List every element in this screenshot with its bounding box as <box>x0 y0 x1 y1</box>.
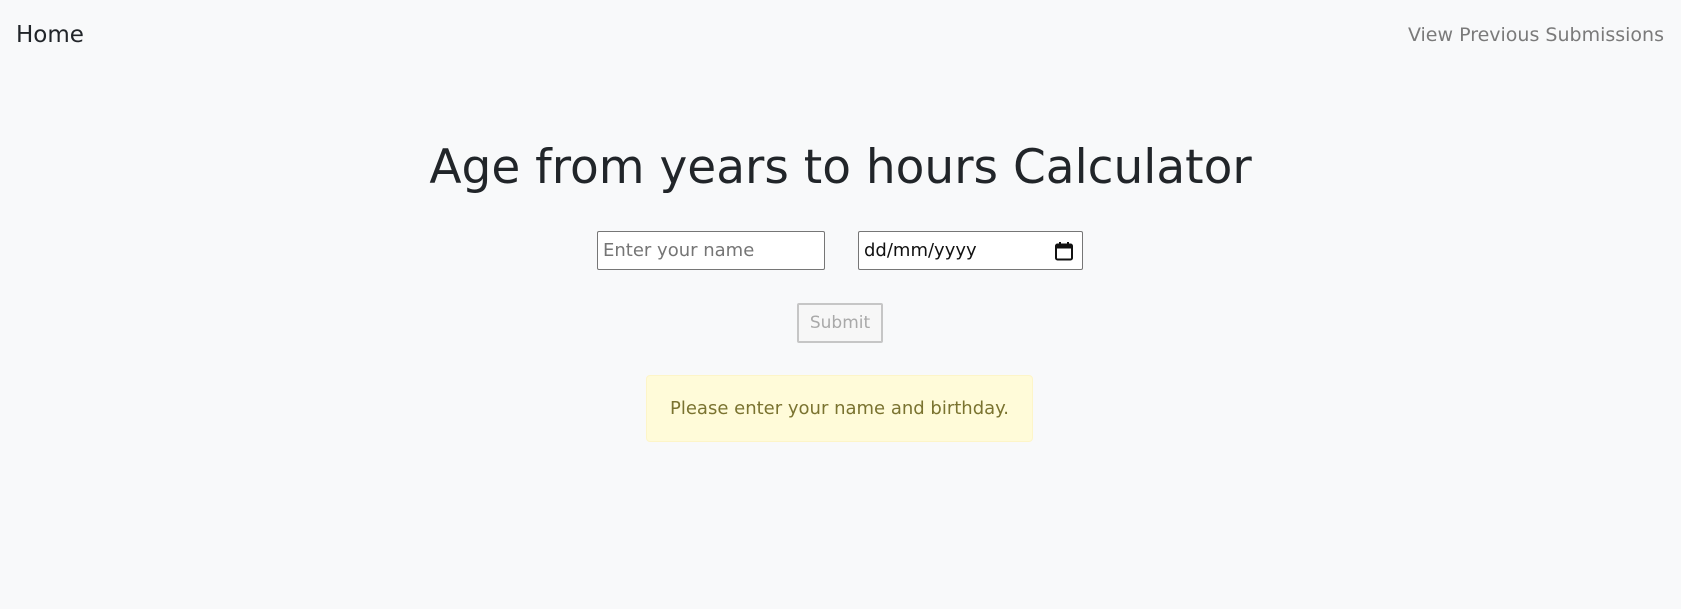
nav-home-link[interactable]: Home <box>16 19 84 51</box>
nav-view-previous-submissions-link[interactable]: View Previous Submissions <box>1408 22 1664 48</box>
submit-button[interactable]: Submit <box>797 303 883 343</box>
navbar: Home View Previous Submissions <box>0 0 1681 70</box>
date-input-placeholder: dd/mm/yyyy <box>864 240 977 261</box>
alert-message: Please enter your name and birthday. <box>670 398 1009 419</box>
birthday-date-input[interactable]: dd/mm/yyyy <box>858 231 1083 270</box>
calendar-icon[interactable] <box>1054 241 1074 261</box>
name-input[interactable] <box>597 231 825 270</box>
validation-alert: Please enter your name and birthday. <box>646 375 1033 442</box>
page-title: Age from years to hours Calculator <box>429 140 1252 195</box>
